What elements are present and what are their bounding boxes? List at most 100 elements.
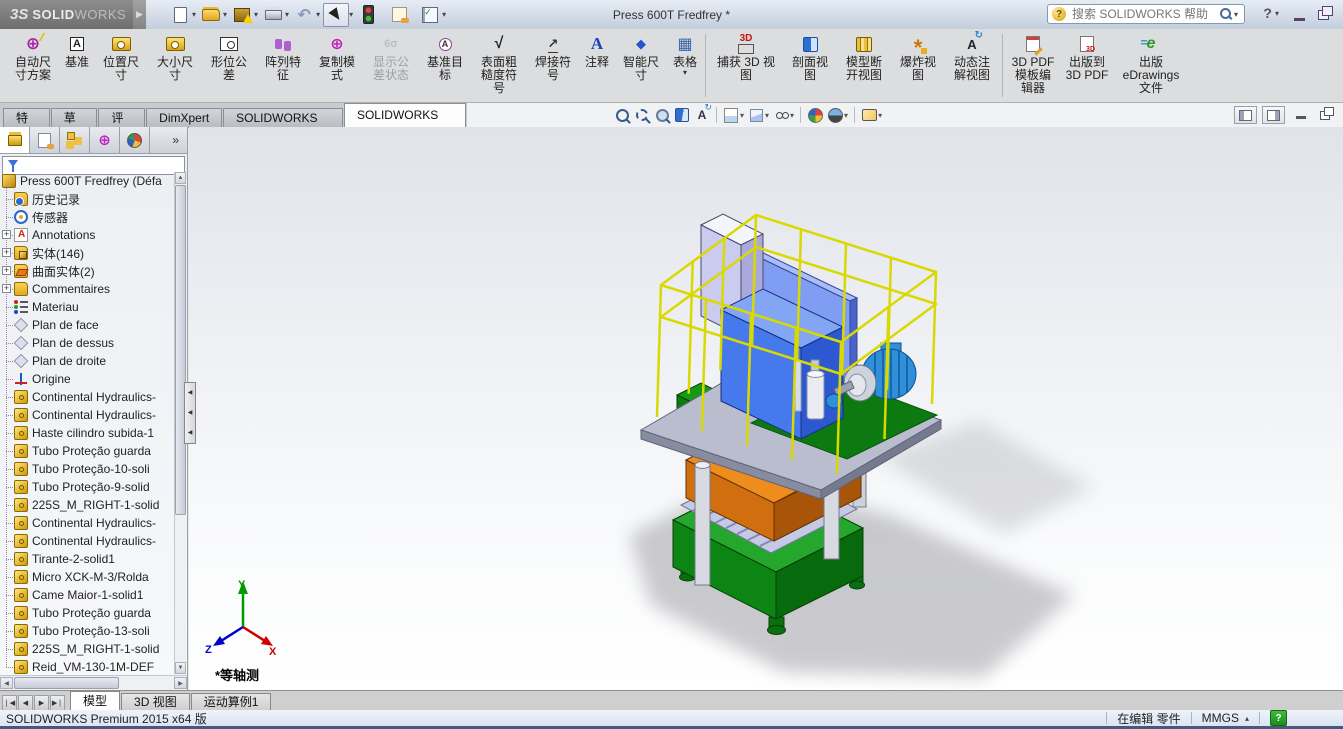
- ribbon-button[interactable]: 智能尺寸 ▾: [614, 29, 668, 82]
- scroll-up-icon[interactable]: ▲: [175, 172, 186, 184]
- manager-tab-icon[interactable]: [90, 127, 120, 153]
- minimize-button[interactable]: [1289, 6, 1309, 21]
- command-tab[interactable]: 草图: [51, 108, 98, 127]
- ribbon-button[interactable]: 形位公差 ▾: [202, 29, 256, 82]
- tree-item[interactable]: + Continental Hydraulics-: [0, 388, 176, 406]
- status-help-button[interactable]: ?: [1270, 710, 1287, 726]
- ribbon-button[interactable]: 大小尺寸 ▾: [148, 29, 202, 82]
- dropdown-caret-icon[interactable]: ▾: [316, 10, 320, 19]
- units-selector[interactable]: MMGS ▴: [1202, 711, 1249, 725]
- tree-item[interactable]: + Annotations: [0, 226, 176, 244]
- view-tool-icon[interactable]: [854, 107, 855, 123]
- expand-icon[interactable]: +: [2, 266, 11, 275]
- tree-item[interactable]: + Continental Hydraulics-: [0, 406, 176, 424]
- tree-item[interactable]: + Tirante-2-solid1: [0, 550, 176, 568]
- quick-access-button[interactable]: [387, 4, 411, 26]
- view-tool-icon[interactable]: [805, 105, 825, 125]
- tree-item[interactable]: + Tubo Proteção guarda: [0, 442, 176, 460]
- tree-item[interactable]: + Tubo Proteção-10-soli: [0, 460, 176, 478]
- view-tool-icon[interactable]: [800, 107, 801, 123]
- scroll-left-icon[interactable]: ◀: [0, 677, 13, 689]
- tree-item[interactable]: + Tubo Proteção-9-solid: [0, 478, 176, 496]
- tree-item[interactable]: + Materiau: [0, 298, 176, 316]
- study-tab[interactable]: 运动算例1: [191, 693, 272, 711]
- ribbon-button[interactable]: 3D PDF 模板编辑器 ▾: [1006, 29, 1060, 95]
- view-tool-icon[interactable]: [692, 105, 712, 125]
- ribbon-button[interactable]: 爆炸视图 ▾: [891, 29, 945, 82]
- command-tab[interactable]: SOLIDWORKS MBD: [344, 103, 466, 127]
- tree-item[interactable]: + Commentaires: [0, 280, 176, 298]
- scroll-right-icon[interactable]: ▶: [174, 677, 187, 689]
- ribbon-button[interactable]: 位置尺寸 ▾: [94, 29, 148, 82]
- tree-item[interactable]: + 实体(146): [0, 244, 176, 262]
- help-button[interactable]: ?▾: [1263, 5, 1281, 21]
- search-box[interactable]: ? ▾: [1047, 4, 1245, 24]
- ribbon-button[interactable]: 模型断开视图 ▾: [837, 29, 891, 82]
- dropdown-caret-icon[interactable]: ▾: [683, 69, 687, 77]
- tree-horizontal-scrollbar[interactable]: ◀ ▶: [0, 675, 187, 690]
- command-tab[interactable]: 评估: [98, 108, 145, 127]
- tree-item[interactable]: + Plan de face: [0, 316, 176, 334]
- scroll-down-icon[interactable]: ▼: [175, 662, 186, 674]
- ribbon-button[interactable]: 复制模式 ▾: [310, 29, 364, 82]
- tree-item[interactable]: + Continental Hydraulics-: [0, 532, 176, 550]
- ribbon-button[interactable]: 自动尺寸方案 ▾: [6, 29, 60, 82]
- tree-item[interactable]: + Came Maior-1-solid1: [0, 586, 176, 604]
- tree-item[interactable]: + 225S_M_RIGHT-1-solid: [0, 640, 176, 658]
- manager-tab-icon[interactable]: [60, 127, 90, 153]
- manager-tab-icon[interactable]: [0, 127, 30, 153]
- ribbon-button[interactable]: 表面粗糙度符号 ▾: [472, 29, 526, 95]
- quick-access-button[interactable]: [230, 4, 254, 26]
- search-caret-icon[interactable]: ▾: [1234, 10, 1238, 19]
- study-tab[interactable]: 3D 视图: [121, 693, 190, 711]
- pane-right-button[interactable]: [1262, 106, 1285, 124]
- quick-access-button[interactable]: [168, 4, 192, 26]
- quick-access-button[interactable]: [292, 4, 316, 26]
- restore-button[interactable]: [1315, 6, 1335, 21]
- tree-item[interactable]: + 曲面实体(2): [0, 262, 176, 280]
- view-tool-icon[interactable]: [859, 105, 879, 125]
- view-tool-icon[interactable]: [672, 105, 692, 125]
- view-tool-icon[interactable]: [612, 105, 632, 125]
- ribbon-button[interactable]: 出版到 3D PDF ▾: [1060, 29, 1114, 82]
- search-input[interactable]: [1070, 6, 1218, 22]
- quick-access-button[interactable]: [261, 4, 285, 26]
- ribbon-button[interactable]: 显示公差状态 ▾: [364, 29, 418, 82]
- tree-item[interactable]: + Reid_VM-130-1M-DEF: [0, 658, 176, 674]
- study-tab[interactable]: 模型: [70, 691, 120, 711]
- menu-chevron-icon[interactable]: ▶: [133, 0, 146, 29]
- dropdown-caret-icon[interactable]: ▾: [192, 10, 196, 19]
- command-tab[interactable]: DimXpert: [146, 108, 222, 127]
- scrollbar-thumb[interactable]: [14, 677, 119, 689]
- scrollbar-thumb[interactable]: [175, 185, 186, 515]
- tree-root-item[interactable]: Press 600T Fredfrey (Défa: [0, 172, 176, 190]
- expand-icon[interactable]: +: [2, 248, 11, 257]
- graphics-viewport[interactable]: Y X Z *等轴测: [189, 127, 1343, 690]
- tree-item[interactable]: + 225S_M_RIGHT-1-solid: [0, 496, 176, 514]
- tree-item[interactable]: + 传感器: [0, 208, 176, 226]
- ribbon-button[interactable]: 基准目标 ▾: [418, 29, 472, 82]
- tree-item[interactable]: + Plan de droite: [0, 352, 176, 370]
- ribbon-button[interactable]: 动态注解视图 ▾: [945, 29, 999, 82]
- dropdown-caret-icon[interactable]: ▾: [442, 10, 446, 19]
- quick-access-button[interactable]: [356, 4, 380, 26]
- ribbon-button[interactable]: 注释 ▾: [580, 29, 614, 69]
- expand-icon[interactable]: +: [2, 230, 11, 239]
- tree-item[interactable]: + Origine: [0, 370, 176, 388]
- ribbon-button[interactable]: 出版 eDrawings 文件 ▾: [1114, 29, 1188, 95]
- manager-tab-icon[interactable]: [120, 127, 150, 153]
- tree-item[interactable]: + 历史记录: [0, 190, 176, 208]
- expand-icon[interactable]: +: [2, 284, 11, 293]
- tree-item[interactable]: + Continental Hydraulics-: [0, 514, 176, 532]
- tree-item[interactable]: + Tubo Proteção-13-soli: [0, 622, 176, 640]
- manager-tabs-overflow[interactable]: »: [150, 127, 187, 153]
- command-tab[interactable]: 特征: [3, 108, 50, 127]
- dropdown-caret-icon[interactable]: ▾: [254, 10, 258, 19]
- view-tool-icon[interactable]: [771, 105, 791, 125]
- pane-left-button[interactable]: [1234, 106, 1257, 124]
- ribbon-button[interactable]: 捕获 3D 视图 ▾: [709, 29, 783, 82]
- command-tab[interactable]: SOLIDWORKS 插件: [223, 108, 343, 127]
- view-tool-icon[interactable]: [746, 105, 766, 125]
- doc-minimize-button[interactable]: [1290, 106, 1311, 122]
- tree-item[interactable]: + Plan de dessus: [0, 334, 176, 352]
